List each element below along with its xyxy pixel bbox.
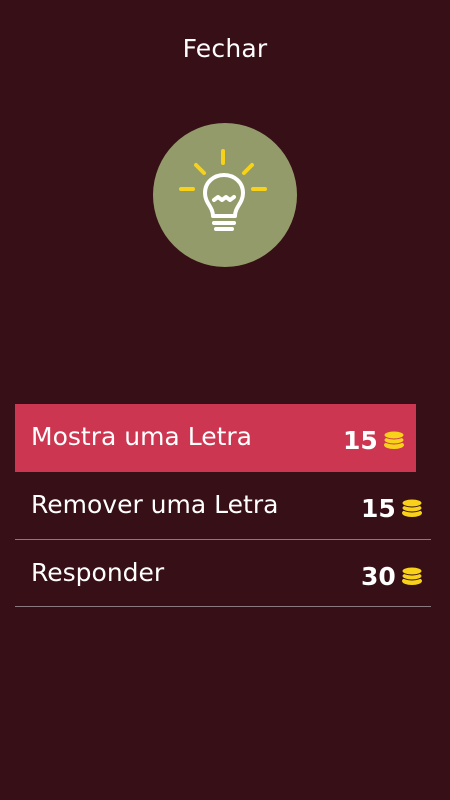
divider [15, 606, 431, 607]
option-cost: 15 [361, 494, 396, 523]
coins-icon [383, 430, 405, 449]
option-label: Remover uma Letra [31, 490, 279, 519]
hint-badge [153, 123, 297, 267]
option-label: Responder [31, 558, 165, 587]
lightbulb-icon [179, 149, 267, 231]
close-button[interactable]: Fechar [0, 34, 450, 63]
hint-option-answer[interactable]: Responder 30 [15, 540, 431, 608]
option-cost: 30 [361, 562, 396, 591]
option-label: Mostra uma Letra [31, 422, 252, 451]
coins-icon [401, 566, 423, 585]
option-cost: 15 [343, 426, 378, 455]
coins-icon [401, 498, 423, 517]
hint-option-remove-letter[interactable]: Remover uma Letra 15 [15, 472, 431, 540]
hint-option-reveal-letter[interactable]: Mostra uma Letra 15 [15, 404, 416, 472]
